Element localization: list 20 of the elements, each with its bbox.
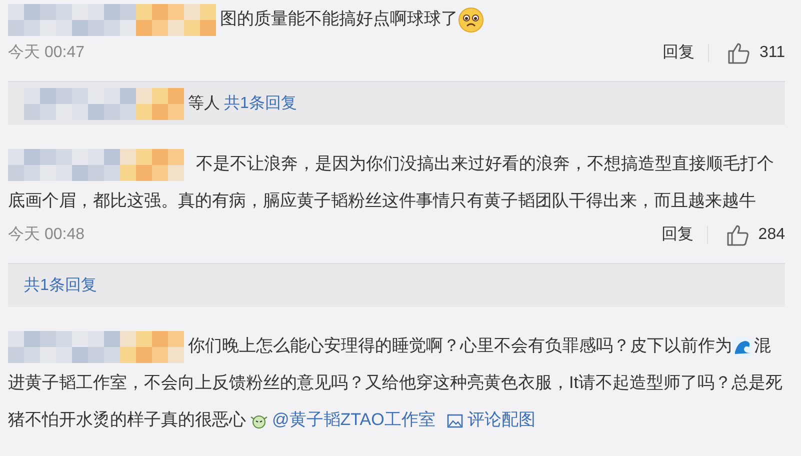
comment-text: 不是不让浪奔，是因为你们没搞出来过好看的浪奔，不想搞造型直接顺毛打个底画个眉，都比这强。真的有病，膈应黄子韬粉丝这件事情只有黄子韬团队干得出来，而且越来越牛 bbox=[8, 145, 785, 219]
comment-time: 今天 00:47 bbox=[8, 43, 86, 63]
view-replies-link[interactable]: 共1条回复 bbox=[224, 92, 297, 116]
comment-image-link[interactable]: 评论配图 bbox=[447, 410, 536, 429]
reply-link[interactable]: 回复 bbox=[661, 226, 708, 244]
reply-link[interactable]: 回复 bbox=[662, 44, 710, 62]
mention-link[interactable]: @黄子韬ZTAO工作室 bbox=[272, 410, 436, 429]
wave-icon bbox=[732, 336, 754, 358]
like-count: 284 bbox=[758, 225, 785, 245]
image-icon bbox=[447, 414, 464, 428]
view-replies-link[interactable]: 共1条回复 bbox=[24, 274, 97, 298]
comment-text: 你们晚上怎么能心安理得的睡觉啊？心里不会有负罪感吗？皮下以前作为 混进黄子韬工作室，不会向上反馈粉丝的意见吗？又给他穿这种亮黄色衣服，It请不起造型师了吗？总是死猪不怕开水烫的样子真的很恶心 @黄子韬ZTAO工作室 评论配图 bbox=[8, 327, 785, 438]
thumbs-up-icon[interactable] bbox=[727, 42, 752, 64]
comment-time: 今天 00:48 bbox=[8, 225, 86, 245]
thumbs-up-icon[interactable] bbox=[726, 224, 750, 246]
comment-text: 图的质量能不能搞好点啊球球了 bbox=[8, 0, 785, 37]
small-face-icon bbox=[250, 412, 268, 429]
crying-face-icon bbox=[458, 6, 484, 33]
replier-suffix: 等人 bbox=[188, 94, 220, 114]
like-count: 311 bbox=[759, 43, 785, 63]
